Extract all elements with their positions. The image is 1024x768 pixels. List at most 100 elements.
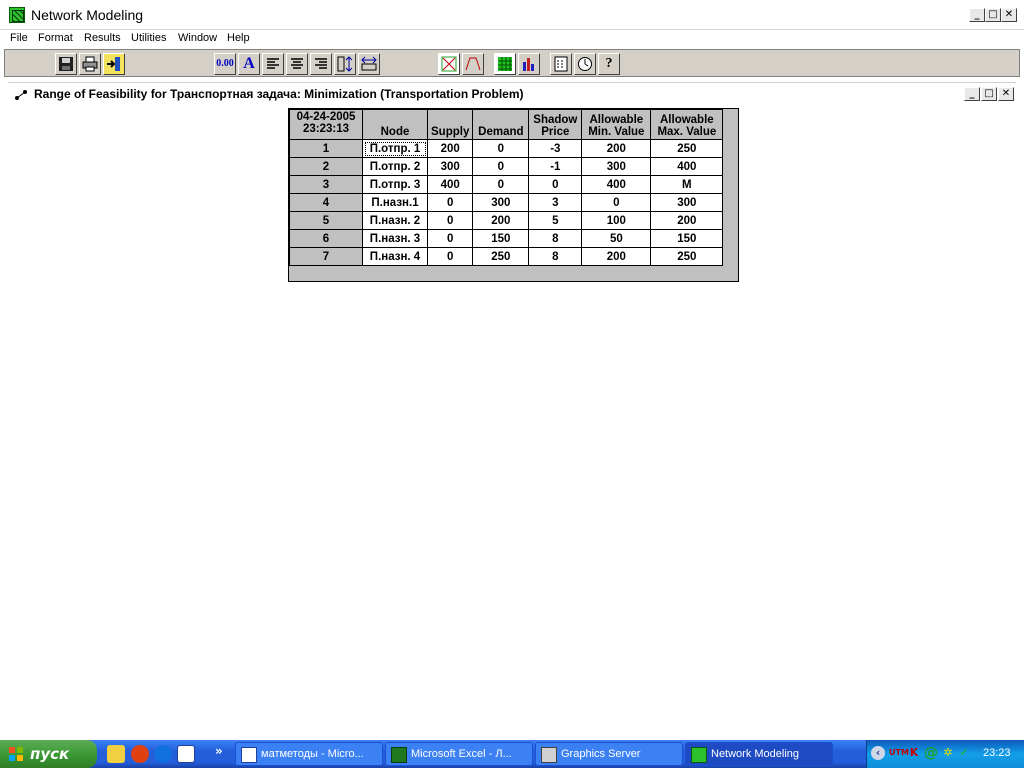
align-left-icon[interactable] (262, 53, 284, 75)
cell-min-value[interactable]: 300 (581, 157, 652, 176)
cell-supply[interactable]: 0 (426, 229, 474, 248)
network-modeling-app-icon[interactable] (9, 7, 25, 23)
print-icon[interactable] (79, 53, 101, 75)
cell-shadow-price[interactable]: 8 (528, 229, 583, 248)
quicklaunch-ie-icon[interactable] (154, 745, 172, 763)
cell-demand[interactable]: 200 (472, 211, 530, 230)
cell-shadow-price[interactable]: 8 (528, 247, 583, 266)
taskbar-item-excel[interactable]: Microsoft Excel - Л... (385, 742, 533, 766)
row-index[interactable]: 6 (289, 229, 363, 248)
header-shadow-price[interactable]: Shadow Price (528, 109, 583, 140)
header-demand[interactable]: Demand (472, 109, 530, 140)
taskbar-item-word[interactable]: матметоды - Micro... (235, 742, 383, 766)
network-graph-icon[interactable] (438, 53, 460, 75)
tray-expand-icon[interactable]: ‹ (871, 746, 885, 760)
cell-node[interactable]: П.отпр. 2 (362, 157, 428, 176)
cell-node[interactable]: П.назн.1 (362, 193, 428, 212)
row-index[interactable]: 7 (289, 247, 363, 266)
tray-app-icon[interactable]: ✓ (957, 746, 971, 760)
menu-results[interactable]: Results (84, 32, 121, 44)
cell-demand[interactable]: 250 (472, 247, 530, 266)
results-grid[interactable]: 04-24-2005 23:23:13 Node Supply Demand S… (288, 108, 739, 282)
cell-max-value[interactable]: 250 (650, 139, 724, 158)
cell-max-value[interactable]: 400 (650, 157, 724, 176)
cell-node[interactable]: П.отпр. 1 (362, 139, 428, 158)
calculator-icon[interactable] (550, 53, 572, 75)
decimal-icon[interactable]: 0.00 (214, 53, 236, 75)
bar-chart-icon[interactable] (518, 53, 540, 75)
cell-min-value[interactable]: 100 (581, 211, 652, 230)
cell-demand[interactable]: 0 (472, 139, 530, 158)
quicklaunch-browser-icon[interactable] (131, 745, 149, 763)
taskbar-item-graphics-server[interactable]: Graphics Server (535, 742, 683, 766)
cell-shadow-price[interactable]: 3 (528, 193, 583, 212)
row-height-icon[interactable] (334, 53, 356, 75)
menu-window[interactable]: Window (178, 32, 217, 44)
column-width-icon[interactable] (358, 53, 380, 75)
chart-graph-icon[interactable] (462, 53, 484, 75)
menu-format[interactable]: Format (38, 32, 73, 44)
cell-min-value[interactable]: 400 (581, 175, 652, 194)
exit-icon[interactable] (103, 53, 125, 75)
tray-network-icon[interactable]: ✲ (941, 746, 955, 760)
tray-kaspersky-icon[interactable]: K (907, 746, 921, 760)
cell-demand[interactable]: 0 (472, 157, 530, 176)
align-center-icon[interactable] (286, 53, 308, 75)
cell-demand[interactable]: 0 (472, 175, 530, 194)
cell-supply[interactable]: 200 (426, 139, 474, 158)
menu-help[interactable]: Help (227, 32, 250, 44)
app-titlebar[interactable]: Network Modeling _ □ ✕ (0, 0, 1024, 30)
cell-max-value[interactable]: 300 (650, 193, 724, 212)
quicklaunch-more-icon[interactable]: » (215, 744, 223, 758)
cell-shadow-price[interactable]: 5 (528, 211, 583, 230)
taskbar-item-network-modeling[interactable]: Network Modeling (685, 742, 833, 766)
cell-demand[interactable]: 300 (472, 193, 530, 212)
clock-icon[interactable] (574, 53, 596, 75)
cell-supply[interactable]: 0 (426, 211, 474, 230)
cell-supply[interactable]: 0 (426, 193, 474, 212)
header-supply[interactable]: Supply (426, 109, 474, 140)
cell-min-value[interactable]: 50 (581, 229, 652, 248)
menu-utilities[interactable]: Utilities (131, 32, 166, 44)
cell-shadow-price[interactable]: -1 (528, 157, 583, 176)
close-button[interactable]: ✕ (1001, 8, 1017, 22)
cell-demand[interactable]: 150 (472, 229, 530, 248)
cell-supply[interactable]: 0 (426, 247, 474, 266)
cell-shadow-price[interactable]: 0 (528, 175, 583, 194)
cell-node[interactable]: П.отпр. 3 (362, 175, 428, 194)
cell-supply[interactable]: 300 (426, 157, 474, 176)
font-icon[interactable]: A (238, 53, 260, 75)
cell-max-value[interactable]: 250 (650, 247, 724, 266)
help-icon[interactable]: ? (598, 53, 620, 75)
tray-utm-icon[interactable]: UTM (889, 746, 909, 760)
quicklaunch-folder-icon[interactable] (107, 745, 125, 763)
child-close-button[interactable]: ✕ (998, 87, 1014, 101)
quicklaunch-info-icon[interactable] (177, 745, 195, 763)
cell-min-value[interactable]: 0 (581, 193, 652, 212)
maximize-button[interactable]: □ (985, 8, 1001, 22)
cell-max-value[interactable]: 150 (650, 229, 724, 248)
row-index[interactable]: 3 (289, 175, 363, 194)
save-icon[interactable] (55, 53, 77, 75)
tray-mail-icon[interactable]: @ (924, 746, 938, 760)
cell-max-value[interactable]: 200 (650, 211, 724, 230)
start-button[interactable]: пуск (0, 740, 97, 768)
row-index[interactable]: 4 (289, 193, 363, 212)
child-maximize-button[interactable]: □ (981, 87, 997, 101)
row-index[interactable]: 2 (289, 157, 363, 176)
row-index[interactable]: 1 (289, 139, 363, 158)
child-window-titlebar[interactable]: Range of Feasibility for Транспортная за… (8, 82, 1016, 106)
cell-max-value[interactable]: M (650, 175, 724, 194)
cell-node[interactable]: П.назн. 3 (362, 229, 428, 248)
cell-min-value[interactable]: 200 (581, 247, 652, 266)
menu-file[interactable]: File (10, 32, 28, 44)
cell-supply[interactable]: 400 (426, 175, 474, 194)
header-allowable-max[interactable]: Allowable Max. Value (650, 109, 724, 140)
cell-node[interactable]: П.назн. 4 (362, 247, 428, 266)
header-allowable-min[interactable]: Allowable Min. Value (581, 109, 652, 140)
cell-min-value[interactable]: 200 (581, 139, 652, 158)
child-minimize-button[interactable]: _ (964, 87, 980, 101)
header-node[interactable]: Node (362, 109, 428, 140)
cell-shadow-price[interactable]: -3 (528, 139, 583, 158)
align-right-icon[interactable] (310, 53, 332, 75)
